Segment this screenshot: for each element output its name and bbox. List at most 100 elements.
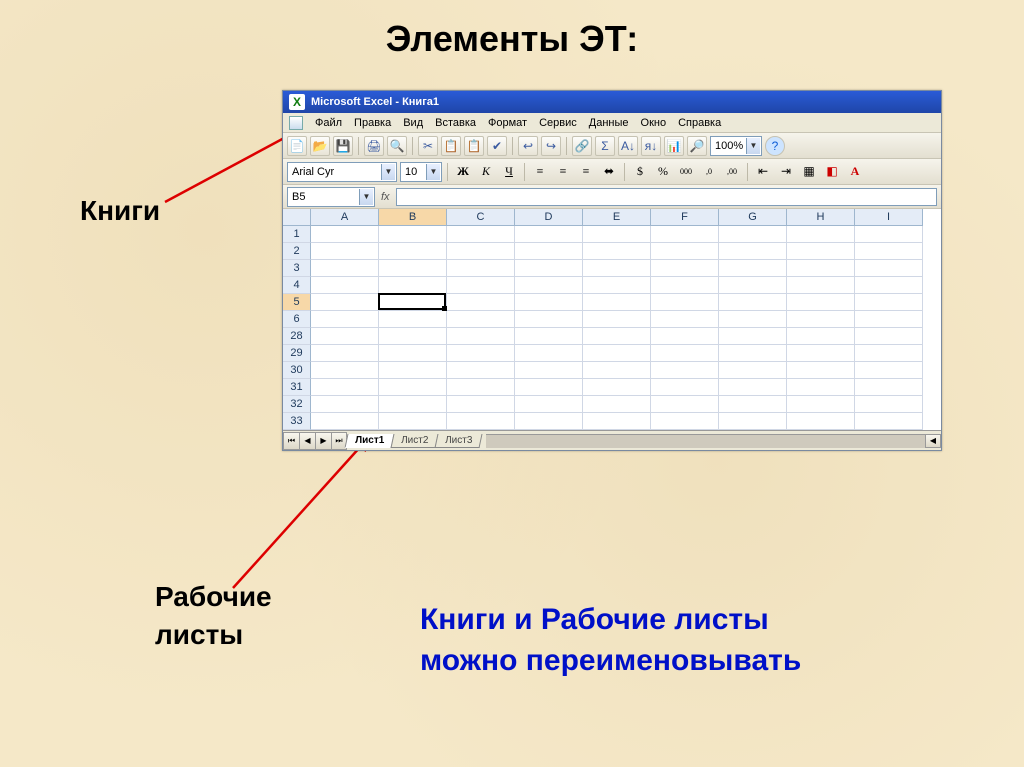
cell[interactable] (651, 243, 719, 260)
cell[interactable] (515, 277, 583, 294)
paste-icon[interactable]: 📋 (464, 136, 484, 156)
cell[interactable] (515, 396, 583, 413)
cell[interactable] (379, 311, 447, 328)
cell[interactable] (787, 260, 855, 277)
cell[interactable] (311, 226, 379, 243)
cell[interactable] (787, 396, 855, 413)
cell[interactable] (447, 277, 515, 294)
cell[interactable] (651, 379, 719, 396)
cell[interactable] (583, 294, 651, 311)
zoom-icon[interactable]: 🔎 (687, 136, 707, 156)
decrease-indent-icon[interactable]: ⇤ (753, 162, 773, 182)
cell[interactable] (651, 413, 719, 430)
cell[interactable] (719, 362, 787, 379)
cell[interactable] (379, 294, 447, 311)
cell[interactable] (379, 396, 447, 413)
row-header[interactable]: 31 (283, 379, 311, 396)
titlebar[interactable]: X Microsoft Excel - Книга1 (283, 91, 941, 113)
cell[interactable] (651, 260, 719, 277)
cell[interactable] (515, 413, 583, 430)
sheet-tab-3[interactable]: Лист3 (435, 434, 483, 448)
cell[interactable] (719, 396, 787, 413)
menu-tools[interactable]: Сервис (539, 117, 577, 129)
cell[interactable] (583, 311, 651, 328)
cell[interactable] (787, 362, 855, 379)
cell[interactable] (787, 379, 855, 396)
cell[interactable] (719, 311, 787, 328)
cell[interactable] (719, 226, 787, 243)
chevron-down-icon[interactable]: ▼ (381, 164, 395, 180)
column-header[interactable]: E (583, 209, 651, 226)
column-header[interactable]: G (719, 209, 787, 226)
cell[interactable] (787, 243, 855, 260)
chevron-down-icon[interactable]: ▼ (359, 189, 373, 205)
cell[interactable] (515, 311, 583, 328)
menu-format[interactable]: Формат (488, 117, 527, 129)
cell[interactable] (311, 362, 379, 379)
cell[interactable] (447, 379, 515, 396)
bold-button[interactable]: Ж (453, 162, 473, 182)
column-header[interactable]: A (311, 209, 379, 226)
cell[interactable] (855, 311, 923, 328)
cell[interactable] (583, 277, 651, 294)
cell[interactable] (855, 243, 923, 260)
cell[interactable] (719, 345, 787, 362)
cell[interactable] (447, 260, 515, 277)
preview-icon[interactable]: 🔍 (387, 136, 407, 156)
cell[interactable] (311, 328, 379, 345)
row-header[interactable]: 33 (283, 413, 311, 430)
new-doc-icon[interactable]: 📄 (287, 136, 307, 156)
cell[interactable] (855, 345, 923, 362)
copy-icon[interactable]: 📋 (441, 136, 461, 156)
cell[interactable] (379, 277, 447, 294)
italic-button[interactable]: К (476, 162, 496, 182)
column-header[interactable]: B (379, 209, 447, 226)
row-header[interactable]: 3 (283, 260, 311, 277)
menu-data[interactable]: Данные (589, 117, 629, 129)
cell[interactable] (379, 379, 447, 396)
sheet-nav-next-icon[interactable]: ▶ (315, 432, 331, 450)
menu-help[interactable]: Справка (678, 117, 721, 129)
help-icon[interactable]: ? (765, 136, 785, 156)
cell[interactable] (379, 243, 447, 260)
cell[interactable] (447, 328, 515, 345)
align-right-icon[interactable]: ≡ (576, 162, 596, 182)
cell[interactable] (719, 413, 787, 430)
row-header[interactable]: 2 (283, 243, 311, 260)
cell[interactable] (651, 226, 719, 243)
cell[interactable] (379, 328, 447, 345)
merge-center-icon[interactable]: ⬌ (599, 162, 619, 182)
cell[interactable] (583, 379, 651, 396)
font-size-combo[interactable]: 10 ▼ (400, 162, 442, 182)
thousands-icon[interactable]: 000 (676, 162, 696, 182)
cell[interactable] (651, 311, 719, 328)
decrease-decimal-icon[interactable]: ,00 (722, 162, 742, 182)
cell[interactable] (719, 328, 787, 345)
row-header[interactable]: 4 (283, 277, 311, 294)
currency-icon[interactable]: $ (630, 162, 650, 182)
cell[interactable] (855, 277, 923, 294)
cell[interactable] (719, 294, 787, 311)
cell[interactable] (651, 362, 719, 379)
cell[interactable] (447, 226, 515, 243)
row-header[interactable]: 6 (283, 311, 311, 328)
cell[interactable] (583, 226, 651, 243)
underline-button[interactable]: Ч (499, 162, 519, 182)
cell[interactable] (379, 260, 447, 277)
cell[interactable] (515, 294, 583, 311)
menu-edit[interactable]: Правка (354, 117, 391, 129)
row-header[interactable]: 29 (283, 345, 311, 362)
cell[interactable] (855, 328, 923, 345)
row-header[interactable]: 30 (283, 362, 311, 379)
cell[interactable] (787, 277, 855, 294)
cell[interactable] (311, 294, 379, 311)
borders-icon[interactable]: ▦ (799, 162, 819, 182)
align-center-icon[interactable]: ≡ (553, 162, 573, 182)
scroll-left-icon[interactable]: ◀ (925, 434, 941, 448)
menu-insert[interactable]: Вставка (435, 117, 476, 129)
row-header[interactable]: 1 (283, 226, 311, 243)
redo-icon[interactable]: ↪ (541, 136, 561, 156)
fx-icon[interactable]: fx (381, 191, 390, 203)
cell[interactable] (447, 396, 515, 413)
column-header[interactable]: H (787, 209, 855, 226)
